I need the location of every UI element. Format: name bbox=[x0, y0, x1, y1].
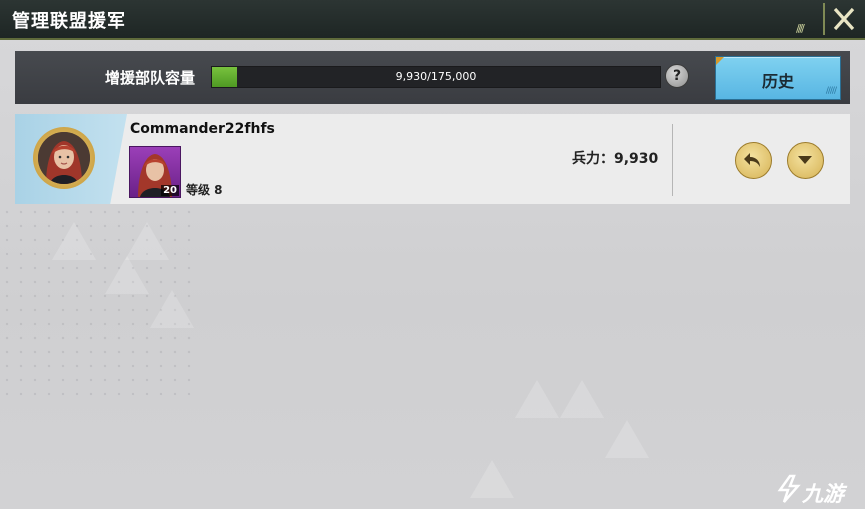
background-triangle bbox=[125, 222, 169, 260]
return-icon bbox=[744, 153, 760, 167]
background-triangle bbox=[605, 420, 649, 458]
capacity-label: 增援部队容量 bbox=[105, 69, 196, 87]
avatar-portrait bbox=[38, 132, 90, 184]
help-button[interactable]: ? bbox=[665, 64, 689, 88]
background-triangle bbox=[52, 222, 96, 260]
history-button[interactable]: 历史 ///// bbox=[715, 56, 841, 100]
help-icon: ? bbox=[672, 68, 682, 84]
chevron-down-icon bbox=[798, 156, 812, 164]
page-title: 管理联盟援军 bbox=[12, 11, 126, 32]
watermark-text: 九游 bbox=[802, 482, 844, 506]
background-triangle bbox=[150, 290, 194, 328]
capacity-progress-text: 9,930/175,000 bbox=[395, 70, 477, 83]
history-button-label: 历史 bbox=[761, 72, 794, 91]
history-button-decoration: ///// bbox=[825, 86, 837, 96]
player-level: 等级 8 bbox=[186, 183, 223, 197]
watermark-logo-icon bbox=[777, 474, 801, 503]
background-triangle bbox=[515, 380, 559, 418]
background-triangle bbox=[560, 380, 604, 418]
avatar[interactable] bbox=[33, 127, 95, 189]
history-button-corner bbox=[716, 57, 724, 65]
troop-count: 兵力：9,930 bbox=[572, 151, 659, 167]
background-triangle bbox=[470, 460, 514, 498]
title-decoration: //// bbox=[796, 22, 805, 35]
member-row: Commander22fhfs 20 等级 8 兵力：9,930 bbox=[15, 114, 850, 204]
row-divider bbox=[672, 124, 673, 196]
expand-button[interactable] bbox=[787, 142, 824, 179]
title-bar: 管理联盟援军 //// bbox=[0, 0, 865, 40]
background-triangle bbox=[105, 256, 149, 294]
capacity-bar: 增援部队容量 9,930/175,000 ? 历史 ///// bbox=[15, 51, 850, 104]
capacity-progress: 9,930/175,000 bbox=[211, 66, 661, 88]
return-troops-button[interactable] bbox=[735, 142, 772, 179]
hero-level-badge: 20 bbox=[161, 185, 179, 196]
close-icon bbox=[833, 7, 855, 31]
close-button[interactable] bbox=[823, 3, 861, 35]
player-name: Commander22fhfs bbox=[130, 121, 275, 137]
hero-card[interactable]: 20 bbox=[129, 146, 181, 198]
